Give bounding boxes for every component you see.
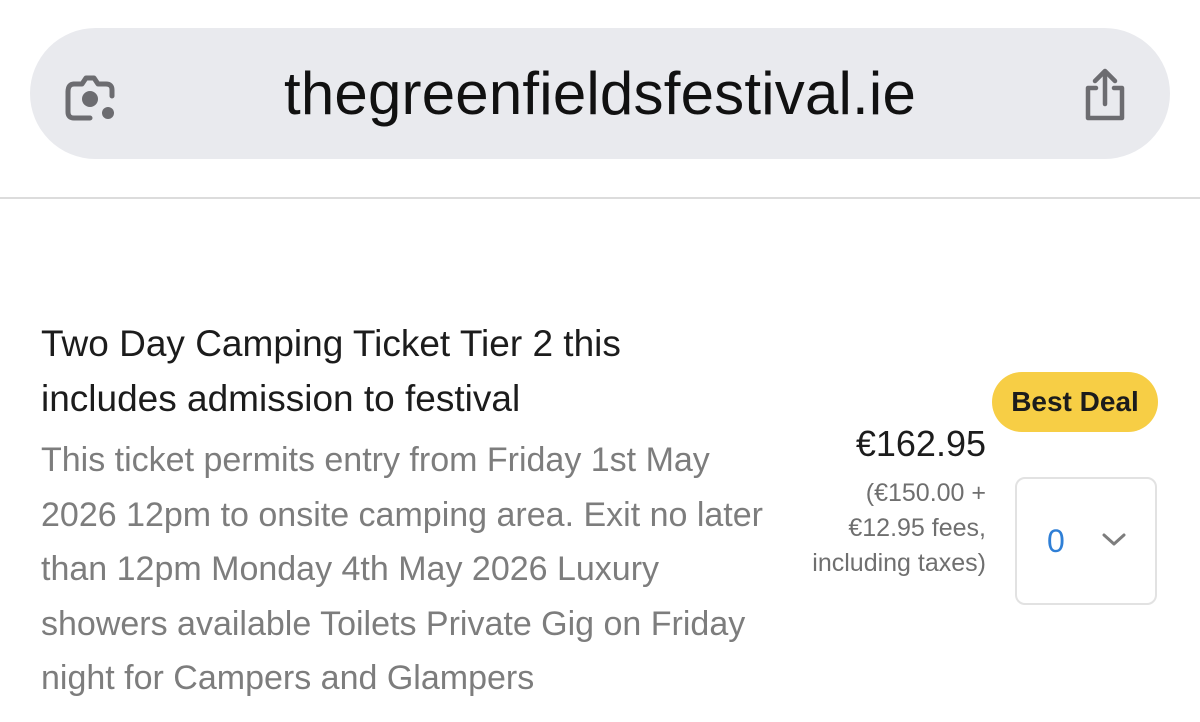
url-text[interactable]: thegreenfieldsfestival.ie <box>150 58 1050 130</box>
best-deal-badge: Best Deal <box>992 372 1158 432</box>
quantity-value: 0 <box>1047 523 1065 559</box>
quantity-select[interactable]: 0 <box>1015 477 1157 605</box>
ticket-title: Two Day Camping Ticket Tier 2 this inclu… <box>41 323 621 419</box>
header-divider <box>0 197 1200 199</box>
ticket-description: This ticket permits entry from Friday 1s… <box>41 441 763 697</box>
ticket-price: €162.95 <box>855 423 986 464</box>
lens-camera-icon[interactable] <box>60 68 120 126</box>
chevron-down-icon <box>1102 533 1126 546</box>
share-icon[interactable] <box>1080 66 1130 124</box>
page: thegreenfieldsfestival.ie Two Day Campin… <box>0 0 1200 722</box>
price-breakdown: (€150.00 + €12.95 fees, including taxes) <box>812 479 986 577</box>
